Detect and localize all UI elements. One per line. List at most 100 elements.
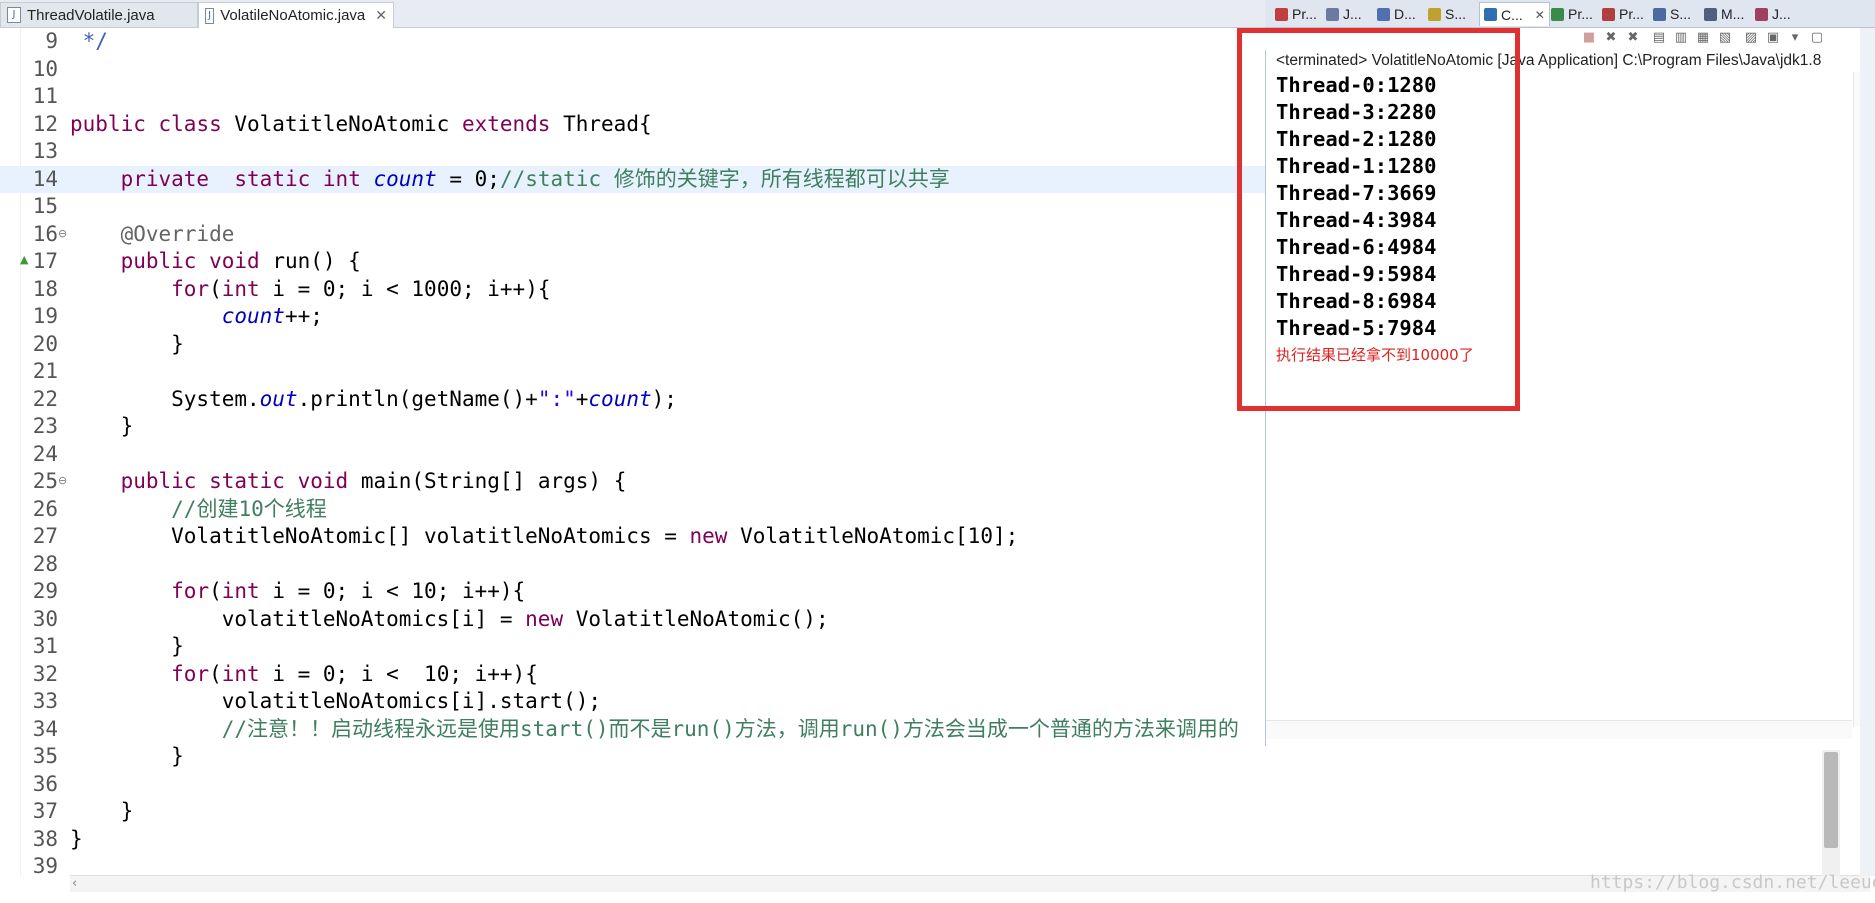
remove-all-icon[interactable]: ✖ [1624,30,1642,46]
line-number: 13 [32,139,58,163]
code-line[interactable]: 35 } [0,743,1265,770]
close-icon[interactable]: ✕ [375,7,387,24]
code-line[interactable]: 27 VolatitleNoAtomic[] volatitleNoAtomic… [0,523,1265,550]
properties-icon [1602,7,1615,21]
code-line[interactable]: 34 //注意！！启动线程永远是使用start()而不是run()方法，调用ru… [0,716,1265,743]
code-line[interactable]: 37 } [0,798,1265,825]
code-line[interactable]: 15 [0,193,1265,220]
terminate-icon[interactable]: ■ [1580,30,1598,46]
fold-icon[interactable]: ⊖ [58,227,67,240]
tab-console[interactable]: C... ✕ [1479,2,1550,26]
tab-label: J... [1772,6,1791,22]
code-text[interactable]: public static void main(String[] args) { [70,468,627,495]
code-text[interactable]: volatitleNoAtomics[i] = new VolatitleNoA… [70,606,829,633]
code-line[interactable]: 30 volatitleNoAtomics[i] = new Volatitle… [0,606,1265,633]
pin-console-icon[interactable]: ▨ [1742,30,1760,46]
scrollbar-thumb[interactable] [1824,752,1838,848]
clear-console-icon[interactable]: ▤ [1650,30,1668,46]
line-number: 29 [32,579,58,603]
code-line[interactable]: 31 } [0,633,1265,660]
code-editor[interactable]: 9 */10 11 12 public class VolatitleNoAtomic… [0,28,1265,878]
view-menu-icon[interactable]: ▾ [1786,30,1804,46]
code-line[interactable]: 16 @Override ⊖ [0,221,1265,248]
show-on-output-icon[interactable]: ▧ [1716,30,1734,46]
code-text[interactable]: } [70,743,184,770]
line-number: 21 [32,359,58,383]
fold-icon[interactable]: ⊖ [58,474,67,487]
tab-volatilenoatomic[interactable]: J VolatileNoAtomic.java ✕ [198,2,394,28]
tab-markers[interactable]: M... [1704,3,1744,25]
line-number: 32 [32,661,58,686]
code-line[interactable]: 22 System.out.println(getName()+":"+coun… [0,386,1265,413]
code-text[interactable]: count++; [70,303,323,330]
code-text[interactable]: } [70,798,134,825]
code-line[interactable]: 14 private static int count = 0;//static… [0,165,1265,193]
tab-threadvolatile[interactable]: J ThreadVolatile.java [0,2,198,27]
code-line[interactable]: 10 [0,56,1265,83]
markers-icon [1704,7,1717,21]
tab-problems[interactable]: Pr... [1275,3,1317,25]
code-text[interactable]: } [70,826,83,853]
console-horizontal-scrollbar[interactable] [1266,720,1852,739]
line-number: 10 [32,56,58,81]
code-line[interactable]: 29 for(int i = 0; i < 10; i++){ [0,578,1265,605]
servers-icon [1653,7,1666,21]
code-line[interactable]: 9 */ [0,28,1265,55]
tab-properties[interactable]: Pr... [1602,3,1644,25]
java-file-icon: J [7,7,21,23]
code-text[interactable]: } [70,413,134,440]
code-line[interactable]: 19 count++; [0,303,1265,330]
code-text[interactable]: //创建10个线程 [70,496,327,523]
code-text[interactable]: volatitleNoAtomics[i].start(); [70,688,601,715]
scroll-lock-icon[interactable]: ▥ [1672,30,1690,46]
code-line[interactable]: 38} [0,826,1265,853]
close-icon[interactable]: ✕ [1535,8,1545,22]
code-line[interactable]: 18 for(int i = 0; i < 1000; i++){ [0,276,1265,303]
scroll-left-icon[interactable]: ‹ [72,876,77,891]
display-console-icon[interactable]: ▣ [1764,30,1782,46]
code-line[interactable]: 33 volatitleNoAtomics[i].start(); [0,688,1265,715]
code-line[interactable]: 13 [0,138,1265,165]
code-line[interactable]: 28 [0,551,1265,578]
problems-icon [1275,7,1288,21]
tab-label: Pr... [1292,6,1317,22]
code-line[interactable]: 12 public class VolatitleNoAtomic extends… [0,111,1265,138]
progress-icon [1551,7,1564,21]
tab-progress[interactable]: Pr... [1551,3,1593,25]
tab-javadoc[interactable]: J... [1326,3,1362,25]
code-text[interactable]: for(int i = 0; i < 10; i++){ [70,661,538,688]
code-text[interactable]: } [70,633,184,660]
code-line[interactable]: 32 for(int i = 0; i < 10; i++){ [0,661,1265,688]
word-wrap-icon[interactable]: ▦ [1694,30,1712,46]
code-text[interactable]: @Override [70,221,235,248]
code-line[interactable]: 11 [0,83,1265,110]
code-text[interactable]: for(int i = 0; i < 1000; i++){ [70,276,550,303]
code-line[interactable]: 17 public void run() {▲ [0,248,1265,275]
open-console-icon[interactable]: ▢ [1808,30,1826,46]
override-marker-icon[interactable]: ▲ [20,253,28,266]
code-line[interactable]: 21 [0,358,1265,385]
highlight-box [1237,28,1520,411]
code-line[interactable]: 36 [0,771,1265,798]
code-text[interactable]: private static int count = 0;//static 修饰… [70,166,950,193]
console-tab-bar: Pr... J... D... S... C... ✕ Pr... Pr... S... M...… [1265,0,1875,28]
code-line[interactable]: 23 } [0,413,1265,440]
code-line[interactable]: 26 //创建10个线程 [0,496,1265,523]
code-text[interactable]: for(int i = 0; i < 10; i++){ [70,578,525,605]
tab-servers[interactable]: S... [1653,3,1691,25]
code-text[interactable]: } [70,331,184,358]
code-line[interactable]: 20 } [0,331,1265,358]
tab-declaration[interactable]: D... [1377,3,1416,25]
code-line[interactable]: 25 public static void main(String[] args… [0,468,1265,495]
tab-junit[interactable]: J... [1755,3,1791,25]
code-text[interactable]: //注意！！启动线程永远是使用start()而不是run()方法，调用run()… [70,716,1239,743]
code-text[interactable]: public class VolatitleNoAtomic extends T… [70,111,652,138]
code-text[interactable]: System.out.println(getName()+":"+count); [70,386,677,413]
code-text[interactable]: VolatitleNoAtomic[] volatitleNoAtomics =… [70,523,1018,550]
line-number: 9 [45,29,58,53]
tab-search[interactable]: S... [1428,3,1466,25]
code-line[interactable]: 24 [0,441,1265,468]
remove-launch-icon[interactable]: ✖ [1602,30,1620,46]
code-text[interactable]: */ [70,28,108,55]
code-text[interactable]: public void run() { [70,248,361,275]
